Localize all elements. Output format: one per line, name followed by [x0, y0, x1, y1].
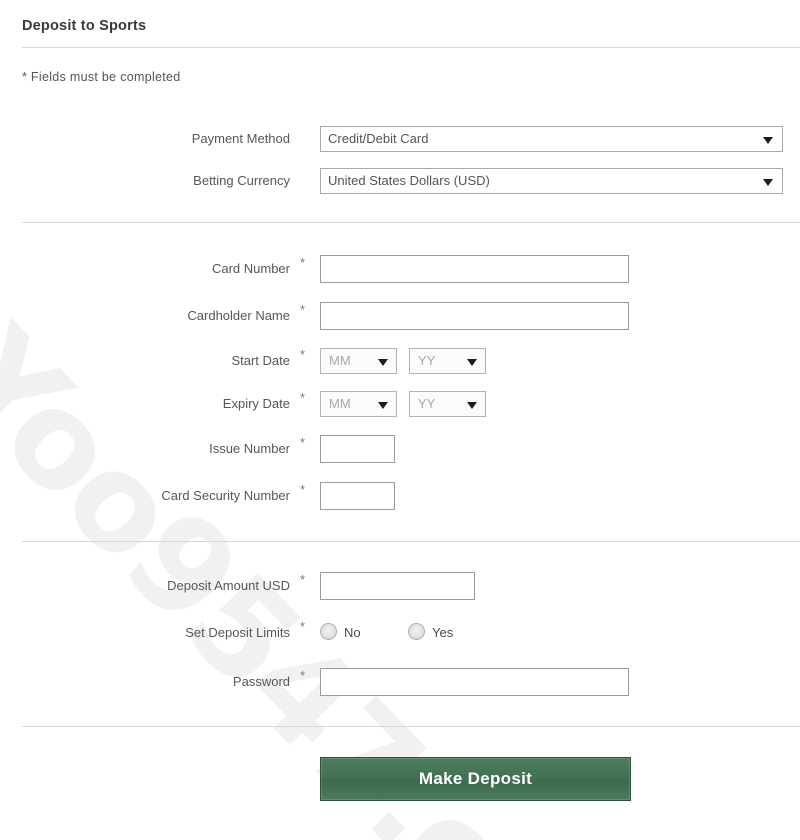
expiry-date-month-select[interactable]: MM [320, 391, 397, 417]
required-marker: * [300, 482, 306, 497]
row-start-date: Start Date * MM YY [0, 346, 800, 376]
start-date-year-value: YY [418, 353, 436, 368]
row-betting-currency: Betting Currency United States Dollars (… [0, 166, 800, 196]
expiry-date-year-value: YY [418, 396, 436, 411]
betting-currency-select[interactable]: United States Dollars (USD) [320, 168, 783, 194]
required-marker: * [300, 435, 306, 450]
radio-button-icon[interactable] [320, 623, 337, 640]
start-date-month-value: MM [329, 353, 351, 368]
row-card-number: Card Number * [0, 254, 800, 284]
cardholder-name-input[interactable] [320, 302, 629, 330]
card-number-label: Card Number [211, 261, 290, 276]
cardholder-name-label: Cardholder Name [187, 308, 290, 323]
required-marker: * [300, 668, 306, 683]
chevron-down-icon [763, 137, 773, 144]
row-cardholder-name: Cardholder Name * [0, 301, 800, 331]
deposit-form-page: Deposit to Sports * Fields must be compl… [0, 0, 800, 840]
payment-method-label: Payment Method [191, 131, 290, 146]
row-password: Password * [0, 667, 800, 697]
title-divider [22, 47, 800, 48]
password-label: Password [232, 674, 290, 689]
deposit-amount-label: Deposit Amount USD [167, 578, 290, 593]
expiry-date-year-select[interactable]: YY [409, 391, 486, 417]
radio-option-no[interactable]: No [320, 618, 361, 648]
card-number-input[interactable] [320, 255, 629, 283]
row-card-security-number: Card Security Number * [0, 481, 800, 511]
start-date-year-select[interactable]: YY [409, 348, 486, 374]
row-expiry-date: Expiry Date * MM YY [0, 389, 800, 419]
card-security-number-input[interactable] [320, 482, 395, 510]
row-set-deposit-limits: Set Deposit Limits * No Yes [0, 618, 800, 648]
betting-currency-value: United States Dollars (USD) [328, 173, 490, 188]
chevron-down-icon [763, 179, 773, 186]
row-payment-method: Payment Method Credit/Debit Card [0, 124, 800, 154]
required-marker: * [300, 347, 306, 362]
radio-option-yes[interactable]: Yes [408, 618, 453, 648]
required-marker: * [300, 302, 306, 317]
required-marker: * [300, 255, 306, 270]
row-deposit-amount: Deposit Amount USD * [0, 571, 800, 601]
required-marker: * [300, 572, 306, 587]
card-security-number-label: Card Security Number [161, 488, 290, 503]
required-marker: * [300, 390, 306, 405]
expiry-date-month-value: MM [329, 396, 351, 411]
page-title: Deposit to Sports [22, 18, 147, 34]
password-input[interactable] [320, 668, 629, 696]
chevron-down-icon [378, 359, 388, 366]
radio-option-yes-label: Yes [432, 625, 454, 640]
section-divider-3 [22, 726, 800, 727]
chevron-down-icon [378, 402, 388, 409]
set-deposit-limits-label: Set Deposit Limits [185, 625, 290, 640]
radio-option-no-label: No [344, 625, 361, 640]
required-marker: * [300, 619, 306, 634]
required-fields-note: * Fields must be completed [22, 70, 181, 84]
issue-number-label: Issue Number [209, 441, 290, 456]
start-date-label: Start Date [231, 353, 290, 368]
row-issue-number: Issue Number * [0, 434, 800, 464]
chevron-down-icon [467, 402, 477, 409]
start-date-month-select[interactable]: MM [320, 348, 397, 374]
payment-method-select[interactable]: Credit/Debit Card [320, 126, 783, 152]
make-deposit-button[interactable]: Make Deposit [320, 757, 631, 801]
deposit-amount-input[interactable] [320, 572, 475, 600]
payment-method-value: Credit/Debit Card [328, 131, 429, 146]
radio-button-icon[interactable] [408, 623, 425, 640]
section-divider-2 [22, 541, 800, 542]
chevron-down-icon [467, 359, 477, 366]
issue-number-input[interactable] [320, 435, 395, 463]
section-divider-1 [22, 222, 800, 223]
betting-currency-label: Betting Currency [193, 173, 290, 188]
expiry-date-label: Expiry Date [222, 396, 290, 411]
